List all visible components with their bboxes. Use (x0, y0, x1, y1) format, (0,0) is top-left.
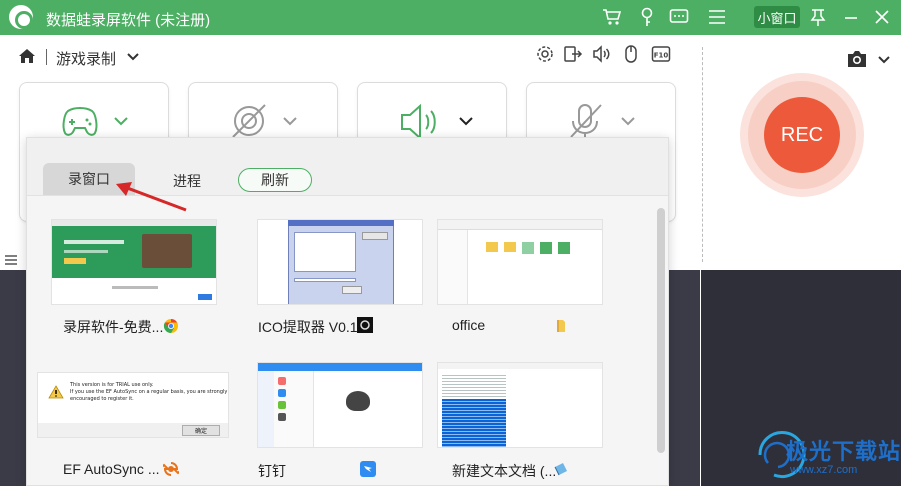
hotkey-f10-icon[interactable]: F10 (651, 44, 671, 64)
refresh-button[interactable]: 刷新 (238, 168, 312, 192)
window-label: 新建文本文档 (... (452, 463, 557, 479)
panel-divider (702, 47, 703, 262)
chrome-icon (163, 318, 178, 334)
autosync-icon (163, 462, 179, 476)
mode-separator (46, 49, 47, 65)
trial-line-2: If you use the EF AutoSync on a regular … (70, 389, 228, 395)
cart-icon[interactable] (601, 6, 623, 28)
rec-button[interactable]: REC (764, 97, 840, 173)
mode-label[interactable]: 游戏录制 (56, 48, 116, 69)
watermark-url: www.xz7.com (790, 464, 858, 476)
menu-icon[interactable] (706, 6, 728, 28)
chevron-down-icon[interactable] (876, 51, 892, 67)
message-icon[interactable] (668, 6, 690, 28)
close-icon[interactable] (871, 6, 893, 28)
key-icon[interactable] (636, 6, 658, 28)
export-icon[interactable] (563, 44, 583, 64)
window-thumbnail-browser[interactable] (51, 219, 217, 305)
window-thumbnail-dingtalk[interactable] (257, 362, 423, 448)
warning-icon (48, 385, 64, 399)
trial-ok-button[interactable]: 确定 (182, 425, 220, 436)
notepad-icon (554, 463, 567, 476)
window-label: 钉钉 (258, 463, 286, 479)
mouse-icon[interactable] (621, 44, 641, 64)
trial-line-1: This version is for TRIAL use only. (70, 382, 154, 388)
title-bar: 数据蛙录屏软件 (未注册) 小窗口 (0, 0, 901, 35)
home-icon[interactable] (18, 47, 36, 65)
popup-scrollbar[interactable] (657, 208, 665, 453)
app-title: 数据蛙录屏软件 (未注册) (46, 12, 211, 29)
speaker-icon[interactable] (591, 44, 611, 64)
window-thumbnail-autosync[interactable]: This version is for TRIAL use only. If y… (37, 372, 229, 438)
camera-icon[interactable] (846, 49, 868, 69)
window-thumbnail-office-folder[interactable] (437, 219, 603, 305)
trial-line-3: encouraged to register it. (70, 396, 134, 402)
minimize-icon[interactable] (840, 6, 862, 28)
ico-extractor-icon (357, 317, 373, 333)
svg-text:F10: F10 (654, 52, 669, 60)
settings-gear-icon[interactable] (535, 44, 555, 64)
folder-icon (557, 320, 565, 332)
pin-icon[interactable] (807, 6, 829, 28)
window-label: EF AutoSync ... (63, 461, 160, 477)
window-label: 录屏软件-免费... (63, 319, 164, 335)
window-thumbnail-notepad[interactable] (437, 362, 603, 448)
annotation-arrow (116, 182, 187, 212)
list-icon[interactable] (4, 254, 18, 268)
window-thumbnail-ico-extractor[interactable] (257, 219, 423, 305)
window-label: office (452, 317, 486, 333)
mini-window-button[interactable]: 小窗口 (754, 6, 800, 28)
window-label: ICO提取器 V0.1 (258, 319, 358, 335)
dingtalk-icon (360, 461, 376, 477)
watermark-text: 极光下载站 (786, 439, 901, 464)
chevron-down-icon[interactable] (125, 48, 141, 64)
app-logo-icon (9, 5, 33, 29)
